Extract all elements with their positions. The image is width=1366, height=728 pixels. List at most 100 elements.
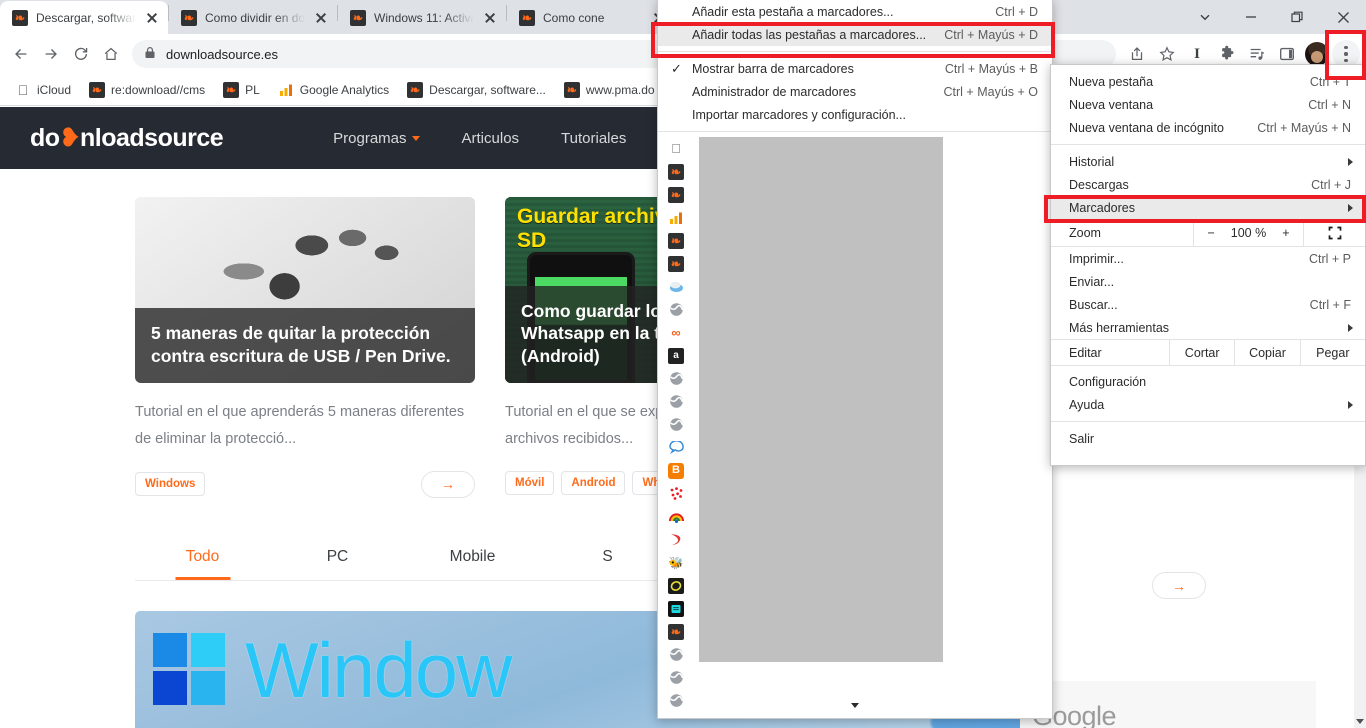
globe-gray-icon <box>668 647 684 663</box>
tag-android[interactable]: Android <box>561 470 626 495</box>
chevron-down-icon <box>411 136 420 142</box>
menu-item-find[interactable]: Buscar... Ctrl + F <box>1051 293 1365 316</box>
tab-search-icon[interactable] <box>1182 0 1228 34</box>
menu-item-downloads[interactable]: Descargas Ctrl + J <box>1051 173 1365 196</box>
bookmark-list-item[interactable] <box>658 666 1052 689</box>
nav-item-tutoriales[interactable]: Tutoriales <box>561 130 626 147</box>
back-arrow-icon[interactable] <box>6 39 36 69</box>
menu-item-more-tools[interactable]: Más herramientas <box>1051 316 1365 339</box>
menu-item-new-tab[interactable]: Nueva pestaña Ctrl + T <box>1051 70 1365 93</box>
bookmark-label: iCloud <box>37 82 72 97</box>
bookmark-item[interactable]: ❧ www.pma.do <box>557 79 662 101</box>
menu-item-help[interactable]: Ayuda <box>1051 393 1365 416</box>
browser-tab-4[interactable]: ❧ Como cone <box>507 1 675 34</box>
avatar[interactable] <box>1305 42 1329 66</box>
globe-gray-icon <box>668 371 684 387</box>
logo-text-pre: do <box>30 123 60 152</box>
bookmark-item[interactable]:  iCloud <box>8 79 78 101</box>
home-icon[interactable] <box>96 39 126 69</box>
downloadsource-icon: ❧ <box>668 623 684 640</box>
close-icon[interactable] <box>144 10 160 26</box>
menu-item-add-all-tabs-bookmark[interactable]: Añadir todas las pestañas a marcadores..… <box>658 23 1052 46</box>
menu-item-print[interactable]: Imprimir... Ctrl + P <box>1051 247 1365 270</box>
apple-icon:  <box>15 82 31 98</box>
menu-item-add-tab-bookmark[interactable]: Añadir esta pestaña a marcadores... Ctrl… <box>658 0 1052 23</box>
menu-item-shortcut: Ctrl + T <box>1309 74 1351 89</box>
red-swoosh-icon <box>668 532 684 548</box>
close-icon[interactable] <box>482 10 498 26</box>
bookmark-label: PL <box>245 82 260 97</box>
close-icon[interactable] <box>313 10 329 26</box>
zoom-in-button[interactable]: + <box>1282 226 1289 240</box>
menu-item-cast[interactable]: Enviar... <box>1051 270 1365 293</box>
tag-movil[interactable]: Móvil <box>505 470 555 495</box>
minimize-icon[interactable] <box>1228 0 1274 34</box>
copy-button[interactable]: Copiar <box>1234 340 1299 365</box>
menu-divider <box>1051 144 1365 145</box>
maximize-icon[interactable] <box>1274 0 1320 34</box>
menu-item-shortcut: Ctrl + F <box>1309 297 1351 312</box>
menu-item-exit[interactable]: Salir <box>1051 427 1365 450</box>
downloadsource-icon: ❧ <box>12 9 28 26</box>
tab-title: Windows 11: Activar o <box>374 10 474 25</box>
downloadsource-icon: ❧ <box>181 9 197 26</box>
filter-tab-mobile[interactable]: Mobile <box>405 548 540 580</box>
menu-item-label: Nueva ventana de incógnito <box>1069 120 1224 135</box>
bookmark-label: www.pma.do <box>585 82 655 97</box>
menu-item-shortcut: Ctrl + N <box>1308 97 1351 112</box>
chevron-right-icon <box>1348 401 1353 409</box>
menu-item-settings[interactable]: Configuración <box>1051 370 1365 393</box>
bookmark-item[interactable]: ❧ re:download//cms <box>82 79 212 101</box>
downloadsource-icon: ❧ <box>668 255 684 272</box>
downloadsource-icon: ❧ <box>223 81 240 98</box>
google-ad-box: Google er anuncio anuncio? ▷ <box>1020 681 1316 728</box>
tab-title: Descargar, software, c <box>36 10 136 25</box>
menu-divider <box>1051 421 1365 422</box>
zoom-out-button[interactable]: − <box>1207 226 1214 240</box>
close-window-icon[interactable] <box>1320 0 1366 34</box>
zoom-label: Zoom <box>1069 226 1101 240</box>
filter-tab-pc[interactable]: PC <box>270 548 405 580</box>
amazon-icon: a <box>668 347 684 364</box>
menu-item-bookmark-manager[interactable]: Administrador de marcadores Ctrl + Mayús… <box>658 80 1052 103</box>
menu-item-history[interactable]: Historial <box>1051 150 1365 173</box>
read-more-button[interactable]: → <box>421 470 475 498</box>
nav-item-articulos[interactable]: Articulos <box>462 130 520 147</box>
menu-item-label: Historial <box>1069 154 1115 169</box>
article-card[interactable]: 5 maneras de quitar la protección contra… <box>135 197 475 498</box>
scroll-down-icon[interactable] <box>1356 719 1364 724</box>
menu-item-new-incognito-window[interactable]: Nueva ventana de incógnito Ctrl + Mayús … <box>1051 116 1365 139</box>
menu-item-import-bookmarks[interactable]: Importar marcadores y configuración... <box>658 103 1052 126</box>
bookmark-item[interactable]: Google Analytics <box>271 79 396 101</box>
window-controls <box>1182 0 1366 34</box>
menu-item-new-window[interactable]: Nueva ventana Ctrl + N <box>1051 93 1365 116</box>
browser-window: ❧ Descargar, software, c ❧ Como dividir … <box>0 0 1366 728</box>
menu-item-label: Añadir esta pestaña a marcadores... <box>692 4 894 19</box>
submenu-scroll-down[interactable] <box>658 696 1052 714</box>
blogger-icon: B <box>668 462 684 479</box>
browser-tab-1[interactable]: ❧ Descargar, software, c <box>0 1 168 34</box>
browser-tab-2[interactable]: ❧ Como dividir en dos la <box>169 1 337 34</box>
bookmark-item[interactable]: ❧ PL <box>216 79 267 101</box>
filter-tab-todo[interactable]: Todo <box>135 548 270 580</box>
fullscreen-button[interactable] <box>1303 220 1365 246</box>
menu-item-show-bookmarks-bar[interactable]: ✓ Mostrar barra de marcadores Ctrl + May… <box>658 57 1052 80</box>
tag-windows[interactable]: Windows <box>135 472 206 497</box>
site-logo[interactable]: do ❥ nloadsource <box>30 123 224 153</box>
tab-title: Como dividir en dos la <box>205 10 305 25</box>
read-more-button[interactable]: → <box>1152 572 1206 599</box>
rainbow-icon <box>668 509 684 525</box>
nav-item-programas[interactable]: Programas <box>333 130 420 147</box>
downloadsource-icon: ❧ <box>563 81 580 98</box>
forward-arrow-icon[interactable] <box>36 39 66 69</box>
reload-icon[interactable] <box>66 39 96 69</box>
paste-button[interactable]: Pegar <box>1299 340 1365 365</box>
filter-tab-s[interactable]: S <box>540 548 675 580</box>
cut-button[interactable]: Cortar <box>1169 340 1234 365</box>
browser-tab-3[interactable]: ❧ Windows 11: Activar o <box>338 1 506 34</box>
globe-gray-icon <box>668 670 684 686</box>
menu-item-shortcut: Ctrl + Mayús + D <box>944 27 1038 42</box>
bookmark-item[interactable]: ❧ Descargar, software... <box>400 79 553 101</box>
menu-item-label: Salir <box>1069 431 1095 446</box>
menu-item-bookmarks[interactable]: Marcadores <box>1051 196 1365 219</box>
